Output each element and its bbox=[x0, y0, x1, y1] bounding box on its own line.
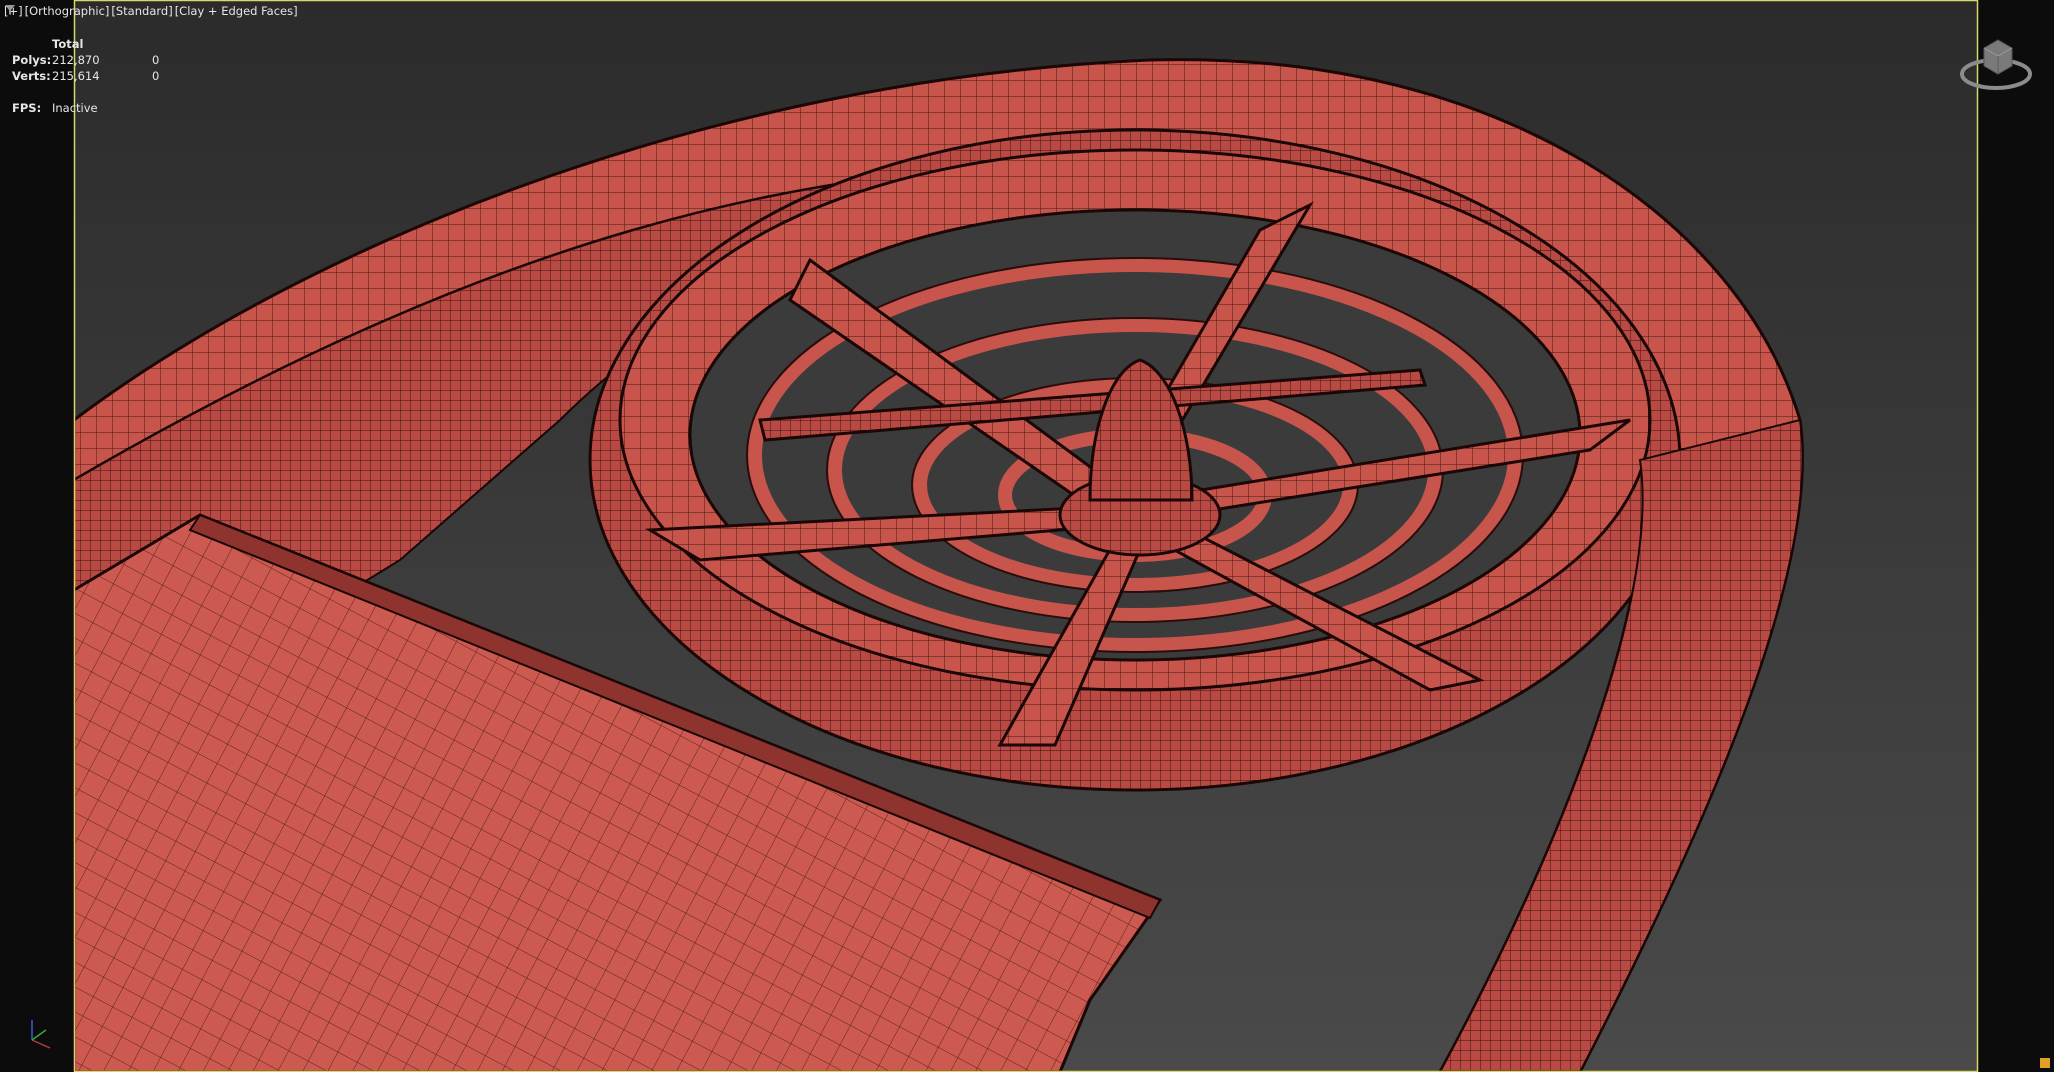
viewport-canvas[interactable] bbox=[0, 0, 2054, 1072]
maximize-toggle-icon[interactable] bbox=[2040, 1058, 2050, 1068]
fps-value: Inactive bbox=[52, 101, 98, 115]
stats-label: Verts: bbox=[12, 69, 51, 83]
viewport-menu-pov[interactable]: [Orthographic] bbox=[25, 4, 110, 18]
stats-selected: 0 bbox=[152, 69, 160, 83]
axis-tripod-icon bbox=[18, 1014, 58, 1054]
viewport-menu-display-mode[interactable]: [Clay + Edged Faces] bbox=[175, 4, 298, 18]
stats-row-verts: Verts: 215,614 0 bbox=[12, 68, 192, 84]
viewport-menu-shading-standard[interactable]: [Standard] bbox=[111, 4, 172, 18]
app-window: [+] [Orthographic] [Standard] [Clay + Ed… bbox=[0, 0, 2054, 1072]
stats-row-polys: Polys: 212,870 0 bbox=[12, 52, 192, 68]
stats-header-total: Total bbox=[52, 37, 84, 51]
viewcube-icon[interactable] bbox=[1956, 30, 2036, 100]
stats-selected: 0 bbox=[152, 53, 160, 67]
stats-total: 215,614 bbox=[52, 69, 100, 83]
statistics-panel: Total Polys: 212,870 0 Verts: 215,614 0 … bbox=[12, 36, 192, 116]
perspective-viewport[interactable]: [+] [Orthographic] [Standard] [Clay + Ed… bbox=[0, 0, 2054, 1072]
stats-row-fps: FPS: Inactive bbox=[12, 100, 192, 116]
viewport-label-menu: [+] [Orthographic] [Standard] [Clay + Ed… bbox=[4, 4, 306, 18]
stats-label: Polys: bbox=[12, 53, 52, 67]
fps-label: FPS: bbox=[12, 101, 42, 115]
stats-total: 212,870 bbox=[52, 53, 100, 67]
